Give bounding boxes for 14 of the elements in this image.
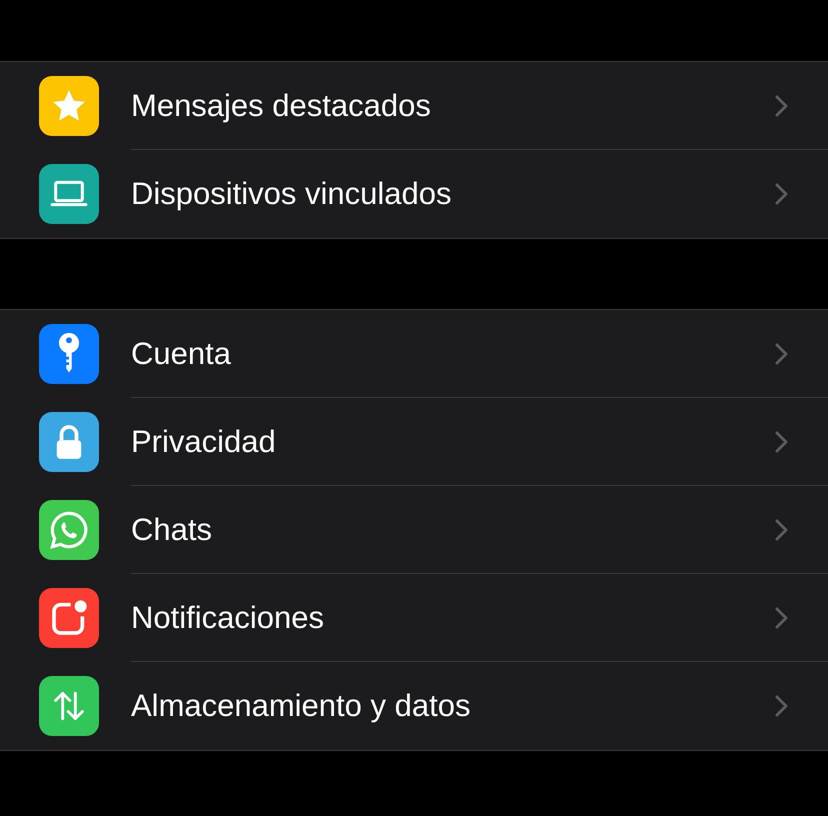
- chevron-icon: [775, 94, 788, 116]
- settings-item[interactable]: Cuenta: [131, 336, 231, 372]
- chevron-icon: [775, 430, 788, 452]
- chevron-icon: [775, 695, 788, 717]
- settings-item[interactable]: Privacidad: [131, 424, 276, 460]
- settings-item[interactable]: Chats: [131, 512, 212, 548]
- settings-item[interactable]: Almacenamiento y datos: [131, 688, 470, 724]
- chevron-icon: [775, 342, 788, 364]
- settings-item[interactable]: Mensajes destacados: [131, 88, 431, 124]
- chevron-icon: [775, 518, 788, 540]
- chevron-icon: [775, 606, 788, 628]
- chevron-icon: [775, 183, 788, 205]
- settings-item[interactable]: Dispositivos vinculados: [131, 176, 452, 212]
- settings-item[interactable]: Notificaciones: [131, 600, 324, 636]
